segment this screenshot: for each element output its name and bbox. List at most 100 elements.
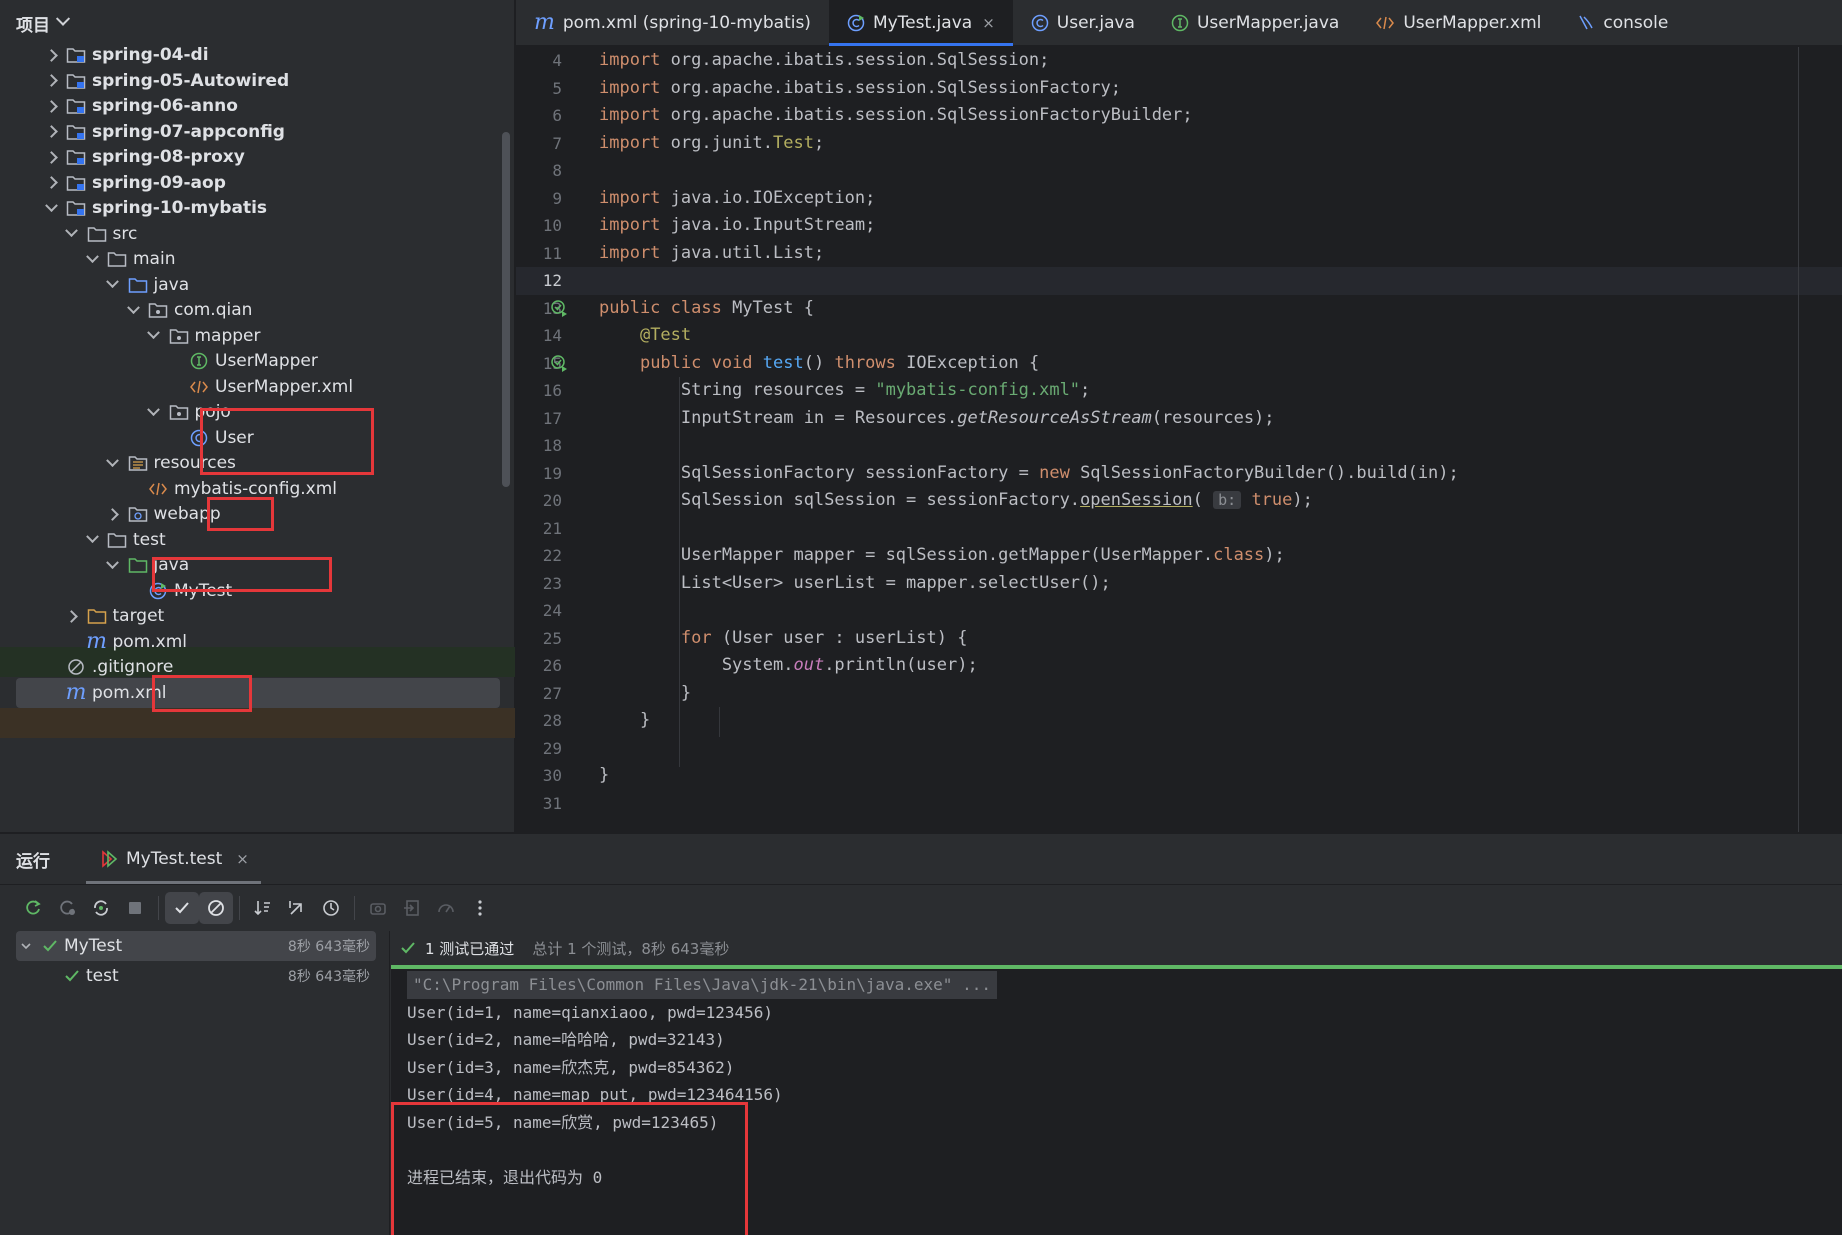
code-line[interactable]: InputStream in = Resources.getResourceAs… <box>599 405 1275 433</box>
chevron-right-icon[interactable] <box>44 176 58 190</box>
tab-label: UserMapper.xml <box>1403 13 1542 33</box>
run-config-tab[interactable]: MyTest.test × <box>86 834 261 884</box>
code-line[interactable]: @Test <box>599 322 691 350</box>
chevron-down-icon[interactable] <box>106 278 120 292</box>
test-results-tree: MyTest 8秒 643毫秒 test 8秒 643毫秒 <box>0 931 390 1235</box>
code-line[interactable]: public void test() throws IOException { <box>599 350 1039 378</box>
check-icon <box>64 968 80 984</box>
show-ignored-icon[interactable] <box>199 891 233 924</box>
line-number: 16 <box>542 381 562 400</box>
editor-tab[interactable]: m pom.xml (spring-10-mybatis) <box>516 0 829 46</box>
chevron-down-icon[interactable] <box>85 252 99 266</box>
ignore-icon <box>66 658 86 676</box>
code-line[interactable]: import java.io.InputStream; <box>599 212 875 240</box>
import-icon[interactable] <box>395 892 429 924</box>
code-editor[interactable]: 4 5 6 7 8 9 10 11 12 13 14 15 16 17 18 19 20 21 22 23 24 25 26… <box>516 47 1842 832</box>
close-icon[interactable]: × <box>236 850 249 868</box>
line-number: 25 <box>542 628 562 648</box>
editor-tab[interactable]: console <box>1559 0 1686 46</box>
console-line: User(id=5, name=欣赏, pwd=123465) <box>407 1112 719 1132</box>
stop-icon[interactable] <box>118 892 152 924</box>
resources-folder-icon <box>128 454 148 472</box>
toggle-auto-test-icon[interactable] <box>84 892 118 924</box>
package-icon <box>148 301 168 319</box>
editor-tab[interactable]: MyTest.java × <box>828 0 1013 46</box>
tree-item-label: java <box>153 555 190 575</box>
interface-icon <box>189 352 209 370</box>
code-line[interactable]: SqlSessionFactory sessionFactory = new S… <box>599 460 1459 488</box>
close-icon[interactable]: × <box>982 14 995 32</box>
chevron-right-icon[interactable] <box>44 99 58 113</box>
code-line[interactable]: import org.apache.ibatis.session.SqlSess… <box>599 102 1193 130</box>
chevron-right-icon[interactable] <box>44 150 58 164</box>
more-options-icon[interactable] <box>463 892 497 924</box>
show-passed-icon[interactable] <box>165 891 199 924</box>
code-line[interactable]: import java.io.IOException; <box>599 185 875 213</box>
rerun-failed-icon[interactable] <box>50 892 84 924</box>
chevron-down-icon[interactable] <box>147 329 161 343</box>
source-folder-icon <box>128 276 148 294</box>
chevron-down-icon[interactable] <box>44 201 58 215</box>
code-line[interactable]: UserMapper mapper = sqlSession.getMapper… <box>599 542 1285 570</box>
project-scrollbar[interactable] <box>502 132 510 487</box>
chevron-right-icon[interactable] <box>44 48 58 62</box>
code-line[interactable]: System.out.println(user); <box>599 652 978 680</box>
chevron-down-icon[interactable] <box>126 303 140 317</box>
chevron-down-icon[interactable] <box>65 227 79 241</box>
code-line[interactable]: import org.apache.ibatis.session.SqlSess… <box>599 75 1121 103</box>
chevron-right-icon[interactable] <box>44 74 58 88</box>
line-gutter: 4 5 6 7 8 9 10 11 12 13 14 15 16 17 18 19 20 21 22 23 24 25 26… <box>516 47 596 832</box>
code-line[interactable]: import org.apache.ibatis.session.SqlSess… <box>599 47 1049 75</box>
collapse-all-icon[interactable] <box>280 892 314 924</box>
console-line: User(id=1, name=qianxiaoo, pwd=123456) <box>407 1002 774 1022</box>
code-line[interactable]: } <box>599 680 691 708</box>
chevron-down-icon[interactable] <box>85 533 99 547</box>
line-number: 23 <box>542 573 562 593</box>
rerun-icon[interactable] <box>16 892 50 924</box>
target-folder-highlight <box>0 708 515 738</box>
tests-summary-label: 总计 1 个测试，8秒 643毫秒 <box>532 939 730 958</box>
test-result-item[interactable]: MyTest 8秒 643毫秒 <box>16 931 376 961</box>
editor-tab[interactable]: User.java <box>1013 0 1153 46</box>
test-result-item[interactable]: test 8秒 643毫秒 <box>16 961 376 991</box>
code-line[interactable]: import org.junit.Test; <box>599 130 824 158</box>
sort-alpha-icon[interactable] <box>246 892 280 924</box>
editor-tab[interactable]: UserMapper.xml <box>1357 0 1559 46</box>
code-line[interactable]: public class MyTest { <box>599 295 814 323</box>
run-test-icon[interactable] <box>550 299 570 319</box>
code-line[interactable]: } <box>599 762 609 790</box>
code-line[interactable]: SqlSession sqlSession = sessionFactory.o… <box>599 487 1313 515</box>
run-test-icon[interactable] <box>550 354 570 374</box>
history-icon[interactable] <box>314 892 348 924</box>
line-number: 21 <box>542 518 562 538</box>
line-number: 17 <box>542 408 562 428</box>
chevron-right-icon[interactable] <box>106 507 120 521</box>
chevron-down-icon[interactable] <box>55 11 71 26</box>
chevron-right-icon[interactable] <box>65 609 79 623</box>
code-line[interactable]: List<User> userList = mapper.selectUser(… <box>599 570 1111 598</box>
tree-item-label: src <box>112 223 138 244</box>
test-class-icon <box>148 582 168 600</box>
module-folder-icon <box>66 46 86 64</box>
tree-item[interactable]: m pom.xml <box>0 678 515 708</box>
tree-item-label: .gitignore <box>92 657 174 677</box>
chevron-right-icon[interactable] <box>44 125 58 139</box>
code-line[interactable]: import java.util.List; <box>599 240 824 268</box>
code-line[interactable]: String resources = "mybatis-config.xml"; <box>599 377 1090 405</box>
editor-tab[interactable]: UserMapper.java <box>1153 0 1357 46</box>
check-icon <box>42 938 58 954</box>
line-number: 10 <box>542 216 562 235</box>
coverage-icon[interactable] <box>429 892 463 924</box>
chevron-down-icon[interactable] <box>20 940 36 952</box>
camera-icon[interactable] <box>361 892 395 924</box>
web-folder-icon <box>128 505 148 523</box>
console-output[interactable]: 1 测试已通过 总计 1 个测试，8秒 643毫秒 "C:\Program Fi… <box>391 931 1842 1235</box>
chevron-down-icon[interactable] <box>147 405 161 419</box>
code-line[interactable]: } <box>599 707 650 735</box>
tree-item-label: com.qian <box>174 300 253 320</box>
module-folder-icon <box>66 199 86 217</box>
chevron-down-icon[interactable] <box>106 558 120 572</box>
code-line[interactable]: for (User user : userList) { <box>599 625 968 653</box>
chevron-down-icon[interactable] <box>106 456 120 470</box>
line-number: 30 <box>542 766 562 785</box>
